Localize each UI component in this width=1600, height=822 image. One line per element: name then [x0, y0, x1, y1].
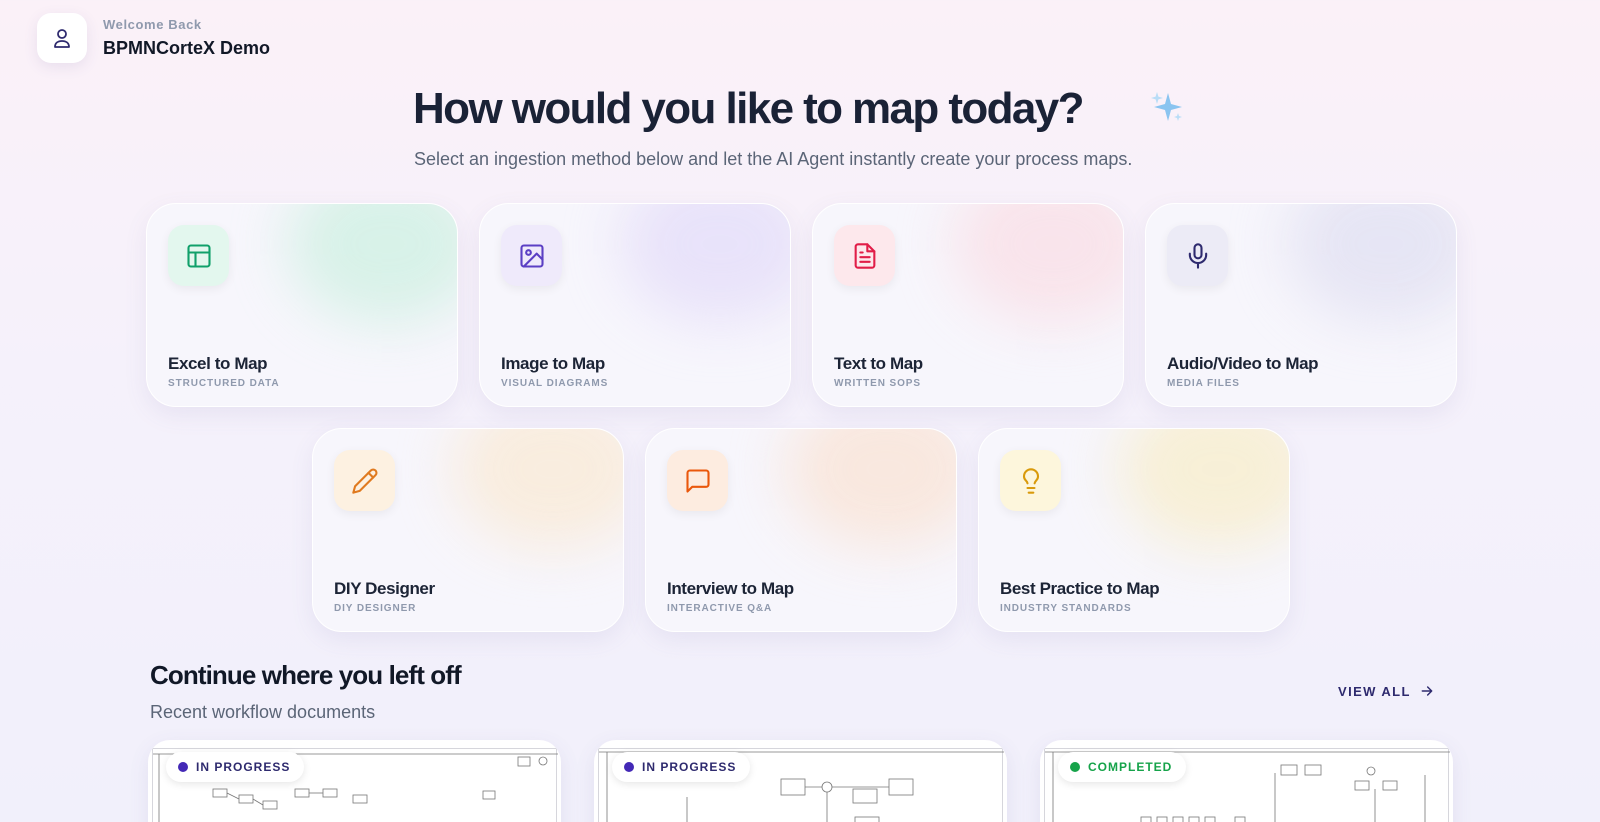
card-title: DIY Designer — [334, 579, 435, 598]
method-card-excel[interactable]: Excel to Map STRUCTURED DATA — [146, 203, 458, 407]
card-subtitle: MEDIA FILES — [1167, 378, 1240, 389]
icon-box — [168, 225, 229, 286]
card-glow — [453, 429, 623, 549]
method-card-best-practice[interactable]: Best Practice to Map INDUSTRY STANDARDS — [978, 428, 1290, 632]
method-card-text[interactable]: Text to Map WRITTEN SOPS — [812, 203, 1124, 407]
page-subtitle: Select an ingestion method below and let… — [414, 149, 1133, 169]
section-title: Continue where you left off — [150, 660, 462, 690]
view-all-label: VIEW ALL — [1338, 683, 1411, 699]
icon-box — [667, 450, 728, 511]
card-subtitle: WRITTEN SOPS — [834, 378, 921, 389]
card-title: Excel to Map — [168, 354, 268, 373]
section-subtitle: Recent workflow documents — [150, 702, 376, 722]
arrow-right-icon — [1421, 686, 1433, 696]
card-subtitle: VISUAL DIAGRAMS — [501, 378, 609, 389]
card-subtitle: INTERACTIVE Q&A — [667, 603, 773, 614]
icon-box — [334, 450, 395, 511]
card-glow — [1119, 429, 1289, 549]
icon-box — [834, 225, 895, 286]
method-card-audio-video[interactable]: Audio/Video to Map MEDIA FILES — [1145, 203, 1457, 407]
welcome-label: Welcome Back — [103, 17, 202, 32]
card-glow — [786, 429, 956, 549]
image-icon — [519, 243, 544, 268]
status-dot — [624, 762, 634, 772]
table-icon — [186, 243, 211, 268]
method-card-diy[interactable]: DIY Designer DIY DESIGNER — [312, 428, 624, 632]
card-title: Best Practice to Map — [1000, 579, 1160, 598]
card-subtitle: STRUCTURED DATA — [168, 378, 280, 389]
lightbulb-icon — [1022, 467, 1039, 494]
status-dot — [178, 762, 188, 772]
icon-box — [1167, 225, 1228, 286]
avatar[interactable] — [37, 13, 87, 63]
user-icon — [54, 29, 70, 48]
message-icon — [685, 468, 710, 493]
user-name: BPMNCorteX Demo — [103, 38, 271, 58]
file-text-icon — [854, 242, 875, 269]
card-title: Image to Map — [501, 354, 605, 373]
view-all-link[interactable]: VIEW ALL — [1338, 683, 1435, 699]
status-label: IN PROGRESS — [642, 760, 737, 774]
card-glow — [620, 204, 790, 324]
card-glow — [287, 204, 457, 324]
method-card-image[interactable]: Image to Map VISUAL DIAGRAMS — [479, 203, 791, 407]
card-glow — [1286, 204, 1456, 324]
icon-box — [501, 225, 562, 286]
card-title: Interview to Map — [667, 579, 794, 598]
status-label: IN PROGRESS — [196, 760, 291, 774]
microphone-icon — [1188, 242, 1207, 269]
recent-doc-card[interactable]: COMPLETED — [1040, 740, 1453, 822]
card-title: Audio/Video to Map — [1167, 354, 1319, 373]
card-glow — [953, 204, 1123, 324]
method-card-interview[interactable]: Interview to Map INTERACTIVE Q&A — [645, 428, 957, 632]
icon-box — [1000, 450, 1061, 511]
card-subtitle: INDUSTRY STANDARDS — [1000, 603, 1132, 614]
status-dot — [1070, 762, 1080, 772]
page-title: How would you like to map today? — [413, 84, 1085, 133]
status-badge: IN PROGRESS — [612, 752, 751, 782]
recent-doc-card[interactable]: IN PROGRESS — [148, 740, 561, 822]
card-subtitle: DIY DESIGNER — [334, 603, 417, 614]
status-badge: IN PROGRESS — [166, 752, 305, 782]
sparkles-icon — [1151, 92, 1182, 121]
card-title: Text to Map — [834, 354, 923, 373]
status-label: COMPLETED — [1088, 760, 1173, 774]
pencil-icon — [351, 468, 377, 494]
recent-doc-card[interactable]: IN PROGRESS — [594, 740, 1007, 822]
status-badge: COMPLETED — [1058, 752, 1187, 782]
